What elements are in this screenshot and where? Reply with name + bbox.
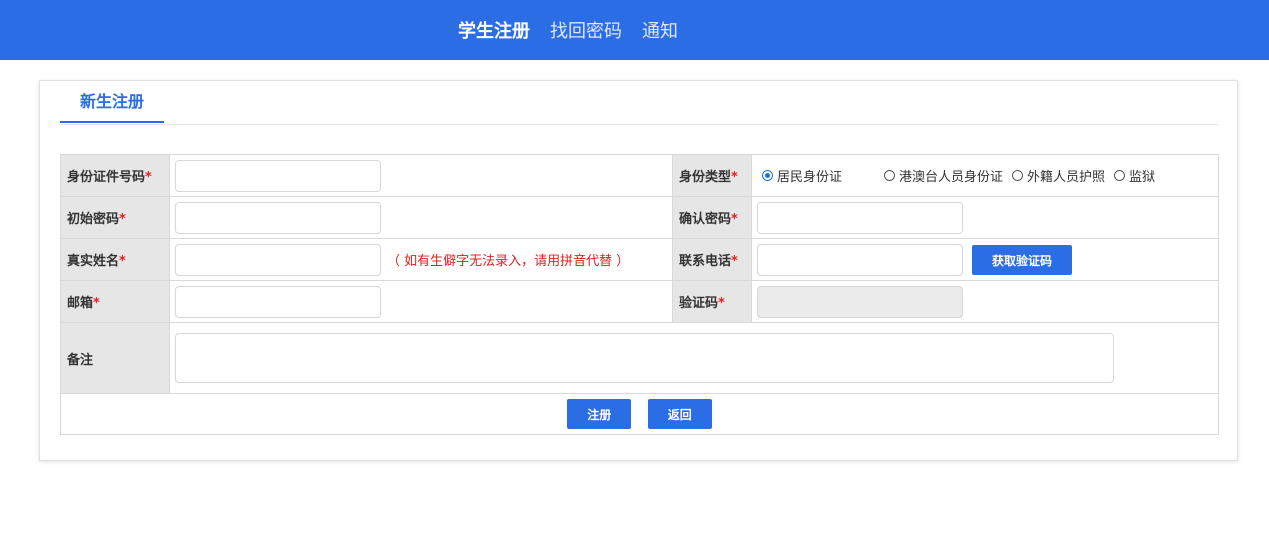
real-name-label: 真实姓名* [60,238,170,281]
confirm-password-input[interactable] [757,201,963,234]
required-mark: * [119,254,126,269]
real-name-hint: （ 如有生僻字无法录入，请用拼音代替 ） [387,254,630,269]
verify-code-input [757,285,963,318]
id-type-radio-group: 居民身份证 港澳台人员身份证 外籍人员护照 监狱 [752,166,1218,185]
required-mark: * [718,296,725,311]
radio-icon [1012,170,1024,181]
real-name-input[interactable] [175,243,381,276]
id-number-label: 身份证件号码* [60,154,170,197]
email-label: 邮箱* [60,280,170,323]
radio-resident-id[interactable]: 居民身份证 [762,166,842,185]
required-mark: * [731,170,738,185]
required-mark: * [731,254,738,269]
initial-password-input[interactable] [175,201,381,234]
tab-new-student-register[interactable]: 新生注册 [60,81,164,123]
nav-item-recover-password[interactable]: 找回密码 [550,17,622,43]
verify-code-label: 验证码* [672,280,752,323]
remark-label: 备注 [60,322,170,394]
initial-password-label: 初始密码* [60,196,170,239]
id-number-input[interactable] [175,159,381,192]
top-navbar: 学生注册 找回密码 通知 [0,0,1269,60]
form-actions: 注册 返回 [60,393,1219,435]
register-card: 新生注册 身份证件号码* 身份类型* 居民身份证 港澳台人员身份证 外籍人员护照… [39,80,1238,461]
radio-foreign-passport[interactable]: 外籍人员护照 [1012,166,1105,185]
nav-menu: 学生注册 找回密码 通知 [458,0,698,60]
radio-icon [1114,170,1126,181]
email-input[interactable] [175,285,381,318]
radio-checked-icon [762,170,773,181]
register-form: 身份证件号码* 身份类型* 居民身份证 港澳台人员身份证 外籍人员护照 监狱 初… [60,154,1219,435]
register-button[interactable]: 注册 [567,399,632,429]
phone-input[interactable] [757,243,963,276]
back-button[interactable]: 返回 [647,399,712,429]
required-mark: * [731,212,738,227]
nav-item-student-register[interactable]: 学生注册 [458,17,530,43]
get-verification-code-button[interactable]: 获取验证码 [972,244,1072,275]
required-mark: * [119,212,126,227]
id-type-label: 身份类型* [672,154,752,197]
confirm-password-label: 确认密码* [672,196,752,239]
required-mark: * [145,170,152,185]
nav-item-notice[interactable]: 通知 [642,17,678,43]
remark-textarea[interactable] [175,333,1114,383]
radio-prison[interactable]: 监狱 [1114,166,1155,185]
phone-label: 联系电话* [672,238,752,281]
radio-icon [884,170,896,181]
required-mark: * [93,296,100,311]
tab-bar: 新生注册 [60,81,1218,125]
radio-hk-macau-taiwan-id[interactable]: 港澳台人员身份证 [884,166,1003,185]
